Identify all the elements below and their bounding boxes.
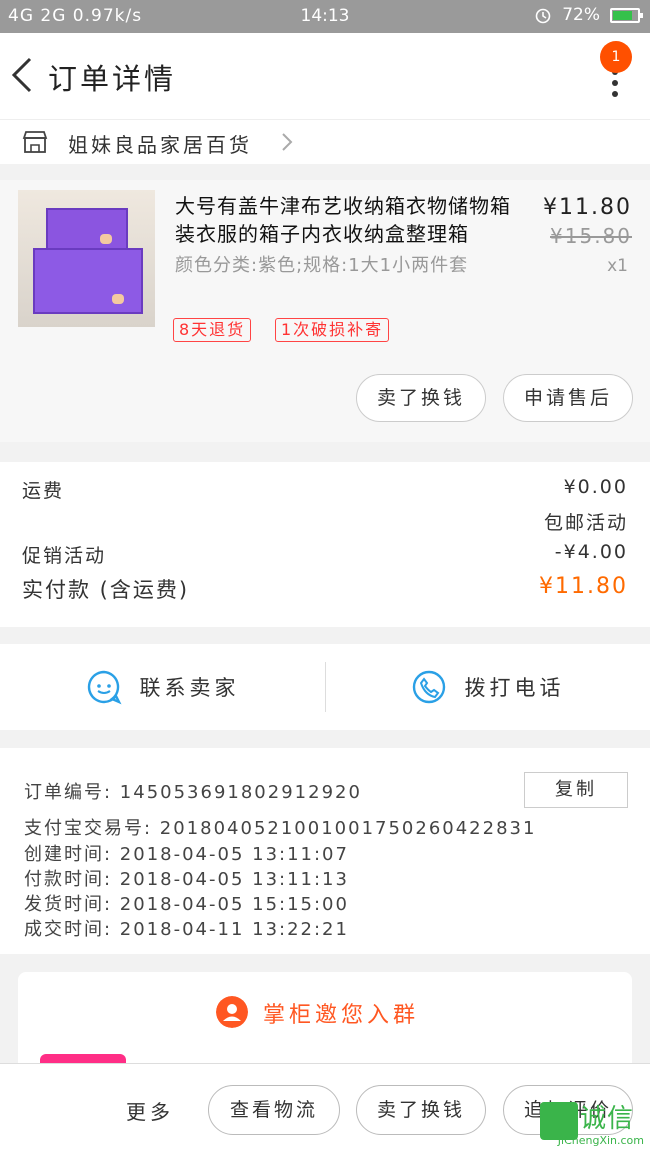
promo-value: -¥4.00 [554,541,628,563]
status-right: 72% [534,5,643,25]
product-thumbnail[interactable] [18,190,155,327]
notification-badge: 1 [600,41,632,73]
damage-tag: 1次破损补寄 [275,318,390,342]
paid-value: ¥11.80 [539,574,628,599]
page-header: 订单详情 1 [0,33,650,119]
order-info: 订单编号: 1450536918029129​20 复制 支付宝交易号: 201… [0,748,650,954]
contact-seller-button[interactable]: 联系卖家 [0,644,325,730]
shipping-label: 运费 [22,480,65,502]
shipping-note: 包邮活动 [543,512,628,534]
battery-icon [610,7,643,23]
paid-label: 实付款 (含运费) [22,578,190,602]
status-bar: 4G 2G 0.97k/s 14:13 72% [0,0,650,33]
view-logistics-button[interactable]: 查看物流 [208,1085,340,1135]
alipay-number: 支付宝交易号: 2018040521001001750260422831 [24,818,537,839]
alarm-icon [535,8,551,24]
shipping-value: ¥0.00 [563,476,628,498]
shop-icon [22,131,48,153]
contact-seller-label: 联系卖家 [139,676,240,700]
back-arrow-icon[interactable] [8,55,38,95]
watermark-en: JiChengXin.com [557,1134,644,1147]
product-spec: 颜色分类:紫色;规格:1大1小两件套 [175,255,469,276]
call-phone-label: 拨打电话 [464,676,565,700]
order-number: 订单编号: 1450536918029129​20 [24,782,362,803]
paid-time: 付款时间: 2018-04-05 13:11:13 [24,869,349,890]
resell-bottom-button[interactable]: 卖了换钱 [356,1085,486,1135]
contact-bar: 联系卖家 拨打电话 [0,644,650,730]
more-options-icon[interactable] [612,69,620,99]
copy-button[interactable]: 复制 [524,772,628,808]
storage-box-lid [46,208,128,250]
cost-summary: 运费 ¥0.00 包邮活动 促销活动 -¥4.00 实付款 (含运费) ¥11.… [0,462,650,627]
after-sale-button[interactable]: 申请售后 [503,374,633,422]
bow-decoration [100,234,112,244]
product-title[interactable]: 大号有盖牛津布艺收纳箱衣物储物箱装衣服的箱子内衣收纳盒整理箱 [175,192,530,248]
quantity: x1 [607,256,628,276]
storage-box-body [33,248,143,314]
resell-button[interactable]: 卖了换钱 [356,374,486,422]
shop-name: 姐妹良品家居百货 [68,133,252,157]
battery-percent: 72% [562,5,600,25]
product-card: 大号有盖牛津布艺收纳箱衣物储物箱装衣服的箱子内衣收纳盒整理箱 ¥11.80 ¥1… [0,180,650,442]
phone-icon [412,670,445,704]
group-invite-title: 掌柜邀您入群 [263,1003,420,1028]
group-icon [216,996,248,1028]
chat-icon [87,670,122,705]
bow-decoration [112,294,124,304]
watermark: 诚信 JiChengXin.com [528,1098,648,1150]
chevron-right-icon [282,133,293,151]
shop-row[interactable]: 姐妹良品家居百货 [0,119,650,164]
created-time: 创建时间: 2018-04-05 13:11:07 [24,844,349,865]
page-title: 订单详情 [48,62,177,96]
original-price: ¥15.80 [550,224,632,248]
more-menu[interactable]: 更多 [126,1096,174,1125]
completed-time: 成交时间: 2018-04-11 13:22:21 [24,919,349,940]
return-tag: 8天退货 [173,318,252,342]
promo-label: 促销活动 [22,545,107,567]
product-price: ¥11.80 [543,195,632,220]
watermark-cn: 诚信 [579,1104,634,1134]
bottom-action-bar: 更多 查看物流 卖了换钱 追加评价 诚信 JiChengXin.com [0,1063,650,1156]
call-phone-button[interactable]: 拨打电话 [325,644,650,730]
shipped-time: 发货时间: 2018-04-05 15:15:00 [24,894,349,915]
